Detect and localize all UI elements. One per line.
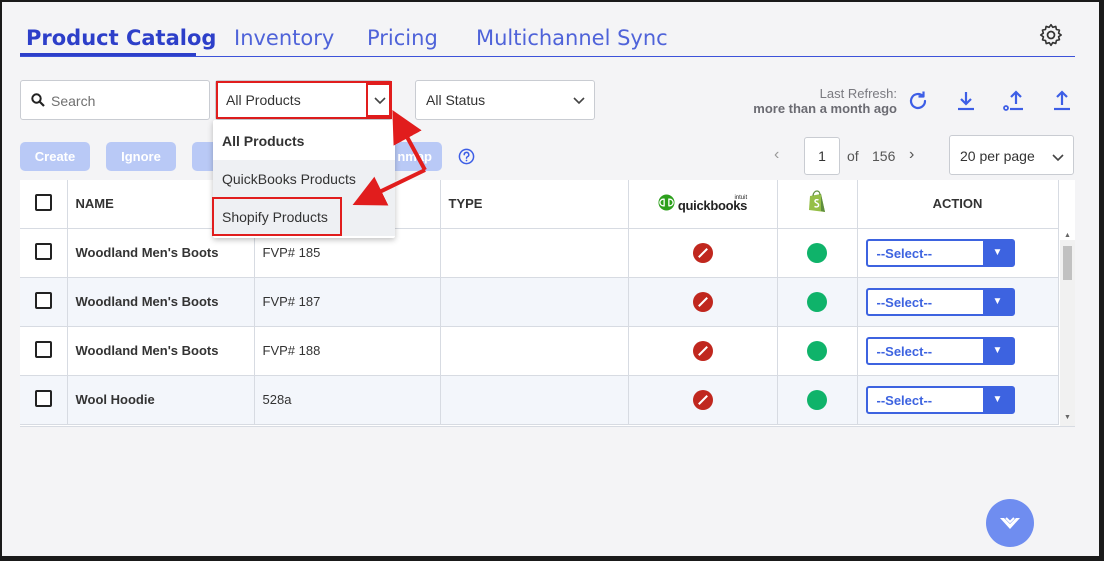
- row-checkbox[interactable]: [34, 340, 52, 358]
- annotation-highlight-chevron: [366, 83, 391, 117]
- refresh-icon[interactable]: [906, 89, 930, 113]
- tab-multichannel-sync[interactable]: Multichannel Sync: [476, 26, 668, 50]
- status-filter-select[interactable]: All Status: [415, 80, 595, 120]
- table-row[interactable]: Wool Hoodie 528a --Select-- ▼: [20, 375, 1059, 425]
- product-type: [440, 277, 629, 327]
- product-type: [440, 326, 629, 376]
- gear-icon[interactable]: [1038, 22, 1064, 48]
- action-select[interactable]: --Select-- ▼: [865, 238, 1015, 267]
- ignore-button[interactable]: Ignore: [106, 142, 176, 171]
- active-tab-indicator: [20, 53, 196, 56]
- tab-pricing[interactable]: Pricing: [367, 26, 438, 50]
- help-icon[interactable]: [458, 148, 475, 165]
- product-type: [440, 228, 629, 278]
- next-page-icon[interactable]: ›: [909, 146, 914, 164]
- action-select[interactable]: --Select-- ▼: [865, 287, 1015, 316]
- caret-down-icon[interactable]: ▼: [982, 240, 1013, 265]
- table-row[interactable]: Woodland Men's Boots FVP# 187 --Select--…: [20, 277, 1059, 327]
- product-name: Woodland Men's Boots: [67, 277, 255, 327]
- quickbooks-logo-text: quickbooks: [677, 198, 748, 214]
- caret-down-icon[interactable]: ▼: [982, 387, 1013, 412]
- action-select[interactable]: --Select-- ▼: [865, 385, 1015, 414]
- status-filter-value: All Status: [426, 92, 486, 108]
- product-sku: FVP# 187: [254, 277, 441, 327]
- not-synced-icon: [692, 340, 713, 361]
- select-all-cell: [20, 180, 68, 229]
- product-sku: FVP# 188: [254, 326, 441, 376]
- prev-page-icon[interactable]: ‹: [774, 146, 779, 164]
- last-refresh: Last Refresh: more than a month ago: [702, 86, 897, 116]
- total-pages: 156: [872, 148, 896, 164]
- caret-down-icon[interactable]: ▼: [982, 338, 1013, 363]
- last-refresh-value: more than a month ago: [753, 101, 897, 116]
- search-input[interactable]: [51, 90, 201, 112]
- action-select-value: --Select--: [876, 392, 933, 408]
- quickbooks-icon: [658, 194, 675, 211]
- app-frame: Product Catalog Inventory Pricing Multic…: [2, 2, 1099, 556]
- logo-icon: [1000, 517, 1020, 529]
- quickbooks-logo: intuit quickbooks: [658, 194, 748, 214]
- download-icon[interactable]: [954, 89, 978, 113]
- tab-bar: Product Catalog Inventory Pricing Multic…: [20, 22, 1075, 57]
- shopify-icon: [809, 190, 825, 213]
- dropdown-item-quickbooks-products[interactable]: QuickBooks Products: [213, 160, 395, 198]
- synced-status-icon: [807, 340, 827, 361]
- dropdown-item-all-products[interactable]: All Products: [213, 122, 395, 160]
- caret-down-icon[interactable]: ▼: [982, 289, 1013, 314]
- product-sku: 528a: [254, 375, 441, 425]
- search-box: [20, 80, 210, 120]
- per-page-select[interactable]: 20 per page: [949, 135, 1074, 175]
- action-select-value: --Select--: [876, 245, 933, 261]
- not-synced-icon: [692, 389, 713, 410]
- product-type: [440, 375, 629, 425]
- action-select[interactable]: --Select-- ▼: [865, 336, 1015, 365]
- product-name: Woodland Men's Boots: [67, 326, 255, 376]
- scroll-down-icon[interactable]: ▼: [1064, 414, 1071, 421]
- search-icon: [31, 93, 45, 107]
- chat-widget-button[interactable]: [986, 499, 1034, 547]
- scrollbar-thumb[interactable]: [1063, 246, 1072, 280]
- row-checkbox[interactable]: [34, 291, 52, 309]
- tab-inventory[interactable]: Inventory: [234, 26, 334, 50]
- column-header-shopify: [777, 180, 858, 229]
- action-select-value: --Select--: [876, 343, 933, 359]
- row-checkbox[interactable]: [34, 242, 52, 260]
- pagination-of: of: [847, 148, 859, 164]
- table-row[interactable]: Woodland Men's Boots FVP# 185 --Select--…: [20, 228, 1059, 278]
- not-synced-icon: [692, 242, 713, 263]
- action-select-value: --Select--: [876, 294, 933, 310]
- per-page-value: 20 per page: [960, 148, 1035, 164]
- synced-status-icon: [807, 242, 827, 263]
- row-checkbox[interactable]: [34, 389, 52, 407]
- chevron-down-icon[interactable]: [1051, 152, 1065, 162]
- table-row[interactable]: Woodland Men's Boots FVP# 188 --Select--…: [20, 326, 1059, 376]
- column-header-quickbooks: intuit quickbooks: [628, 180, 778, 229]
- products-table: NAME TYPE intuit quickbooks ACTION Woodl…: [20, 180, 1075, 427]
- scroll-up-icon[interactable]: ▲: [1064, 232, 1071, 239]
- tab-product-catalog[interactable]: Product Catalog: [26, 26, 216, 50]
- upload-icon[interactable]: [1050, 89, 1074, 113]
- create-button[interactable]: Create: [20, 142, 90, 171]
- not-synced-icon: [692, 291, 713, 312]
- synced-status-icon: [807, 389, 827, 410]
- chevron-down-icon[interactable]: [572, 95, 586, 105]
- table-header-row: NAME TYPE intuit quickbooks ACTION: [20, 180, 1059, 229]
- product-name: Wool Hoodie: [67, 375, 255, 425]
- annotation-highlight-shopify: [212, 197, 342, 236]
- column-header-action[interactable]: ACTION: [857, 180, 1059, 229]
- column-header-type[interactable]: TYPE: [440, 180, 629, 229]
- synced-status-icon: [807, 291, 827, 312]
- last-refresh-label: Last Refresh:: [819, 86, 897, 101]
- current-page-input[interactable]: 1: [804, 137, 840, 175]
- select-all-checkbox[interactable]: [34, 193, 52, 211]
- upload-dot-icon[interactable]: [1002, 89, 1026, 113]
